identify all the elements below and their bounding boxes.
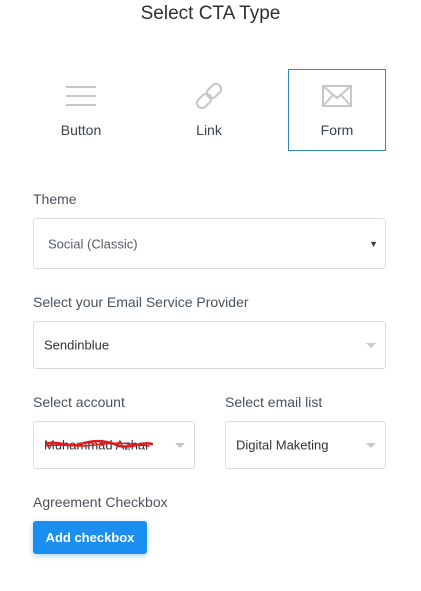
account-label: Select account bbox=[33, 394, 125, 410]
theme-label: Theme bbox=[33, 191, 77, 207]
theme-select[interactable]: Social (Classic) ▼ bbox=[33, 218, 386, 269]
cta-type-button[interactable]: Button bbox=[33, 69, 129, 149]
chevron-down-icon bbox=[366, 443, 376, 448]
email-list-select-value: Digital Maketing bbox=[236, 437, 329, 453]
email-provider-select[interactable]: Sendinblue bbox=[33, 321, 386, 369]
email-list-label: Select email list bbox=[225, 394, 323, 410]
cta-type-form[interactable]: Form bbox=[288, 69, 386, 151]
email-provider-label: Select your Email Service Provider bbox=[33, 294, 249, 310]
cta-type-selector: Button Link Form bbox=[33, 69, 386, 151]
chevron-down-icon bbox=[366, 343, 376, 348]
page-title: Select CTA Type bbox=[140, 3, 281, 24]
chain-link-icon bbox=[195, 82, 223, 110]
account-select-value: Muhammad Azhar bbox=[44, 437, 150, 453]
cta-type-form-label: Form bbox=[320, 122, 354, 138]
add-checkbox-button[interactable]: Add checkbox bbox=[33, 521, 147, 554]
caret-down-icon: ▼ bbox=[369, 238, 378, 249]
envelope-icon bbox=[322, 85, 352, 107]
cta-type-button-label: Button bbox=[60, 122, 102, 138]
hamburger-lines-icon bbox=[66, 86, 96, 106]
chevron-down-icon bbox=[175, 443, 185, 448]
email-list-select[interactable]: Digital Maketing bbox=[225, 421, 386, 469]
account-select[interactable]: Muhammad Azhar bbox=[33, 421, 195, 469]
cta-type-link-label: Link bbox=[196, 122, 222, 138]
agreement-checkbox-label: Agreement Checkbox bbox=[33, 494, 168, 510]
theme-select-value: Social (Classic) bbox=[48, 236, 138, 251]
cta-type-link[interactable]: Link bbox=[161, 69, 257, 149]
email-provider-select-value: Sendinblue bbox=[44, 337, 110, 353]
